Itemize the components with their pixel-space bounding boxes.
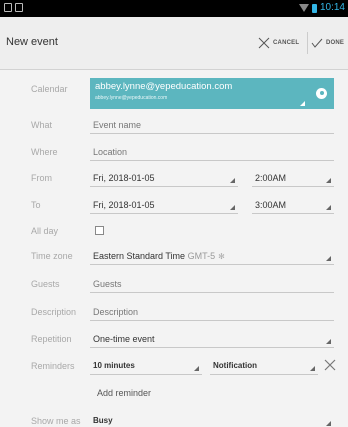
dropdown-arrow-icon — [300, 101, 305, 106]
repetition-value: One-time event — [93, 334, 155, 344]
description-placeholder: Description — [93, 307, 139, 317]
sun-icon: ✻ — [218, 252, 225, 261]
show-me-as-value: Busy — [93, 416, 113, 425]
color-palette-icon[interactable] — [316, 88, 327, 99]
from-label: From — [31, 173, 52, 183]
image-icon — [15, 3, 23, 12]
from-time: 2:00AM — [255, 173, 287, 183]
cancel-label: CANCEL — [273, 40, 300, 46]
to-time-spinner[interactable]: 3:00AM — [252, 196, 334, 214]
to-date-spinner[interactable]: Fri, 2018-01-05 — [90, 196, 238, 214]
remove-reminder-icon[interactable] — [324, 359, 336, 371]
all-day-label: All day — [31, 226, 59, 236]
from-date: Fri, 2018-01-05 — [93, 173, 155, 183]
event-name-placeholder: Event name — [93, 120, 142, 130]
what-label: What — [31, 120, 53, 130]
to-time: 3:00AM — [255, 200, 287, 210]
repetition-spinner[interactable]: One-time event — [90, 330, 334, 348]
calendar-account: abbey.lynne@yepeducation.com — [95, 81, 233, 92]
event-name-input[interactable]: Event name — [90, 116, 334, 134]
status-time: 10:14 — [319, 2, 345, 13]
time-zone-label: Time zone — [31, 251, 73, 261]
guests-placeholder: Guests — [93, 279, 122, 289]
reminder-method-spinner[interactable]: Notification — [210, 357, 318, 375]
page-title: New event — [6, 36, 58, 48]
calendar-label: Calendar — [31, 84, 68, 94]
notification-icon — [4, 3, 12, 12]
close-icon — [258, 37, 270, 49]
wifi-icon — [298, 4, 309, 12]
all-day-checkbox[interactable] — [95, 226, 104, 235]
guests-label: Guests — [31, 279, 60, 289]
reminder-time-spinner[interactable]: 10 minutes — [90, 357, 202, 375]
time-zone-spinner[interactable]: Eastern Standard Time GMT-5 ✻ — [90, 247, 334, 265]
from-date-spinner[interactable]: Fri, 2018-01-05 — [90, 169, 238, 187]
to-label: To — [31, 200, 41, 210]
reminder-method: Notification — [213, 361, 257, 370]
location-input[interactable]: Location — [90, 143, 334, 161]
time-zone-offset: GMT-5 — [187, 251, 216, 261]
action-bar: New event CANCEL DONE — [0, 17, 348, 70]
description-input[interactable]: Description — [90, 303, 334, 321]
reminder-time: 10 minutes — [93, 361, 135, 370]
guests-input[interactable]: Guests — [90, 275, 334, 293]
calendar-selector[interactable]: abbey.lynne@yepeducation.com abbey.lynne… — [90, 78, 334, 109]
time-zone-value: Eastern Standard Time GMT-5 ✻ — [93, 251, 225, 261]
reminders-label: Reminders — [31, 361, 75, 371]
show-me-as-label: Show me as — [31, 416, 81, 426]
show-me-as-spinner[interactable]: Busy — [90, 412, 334, 427]
done-button[interactable]: DONE — [311, 35, 344, 51]
calendar-account-sub: abbey.lynne@yepeducation.com — [95, 95, 168, 101]
location-placeholder: Location — [93, 147, 128, 157]
check-icon — [311, 38, 323, 48]
add-reminder-button[interactable]: Add reminder — [97, 388, 151, 398]
from-time-spinner[interactable]: 2:00AM — [252, 169, 334, 187]
description-label: Description — [31, 307, 77, 317]
where-label: Where — [31, 147, 58, 157]
cancel-button[interactable]: CANCEL — [258, 35, 299, 51]
repetition-label: Repetition — [31, 334, 72, 344]
action-divider — [307, 32, 308, 54]
to-date: Fri, 2018-01-05 — [93, 200, 155, 210]
done-label: DONE — [326, 40, 345, 46]
battery-icon — [311, 3, 317, 13]
time-zone-name: Eastern Standard Time — [93, 251, 186, 261]
status-bar: 10:14 — [0, 0, 348, 17]
